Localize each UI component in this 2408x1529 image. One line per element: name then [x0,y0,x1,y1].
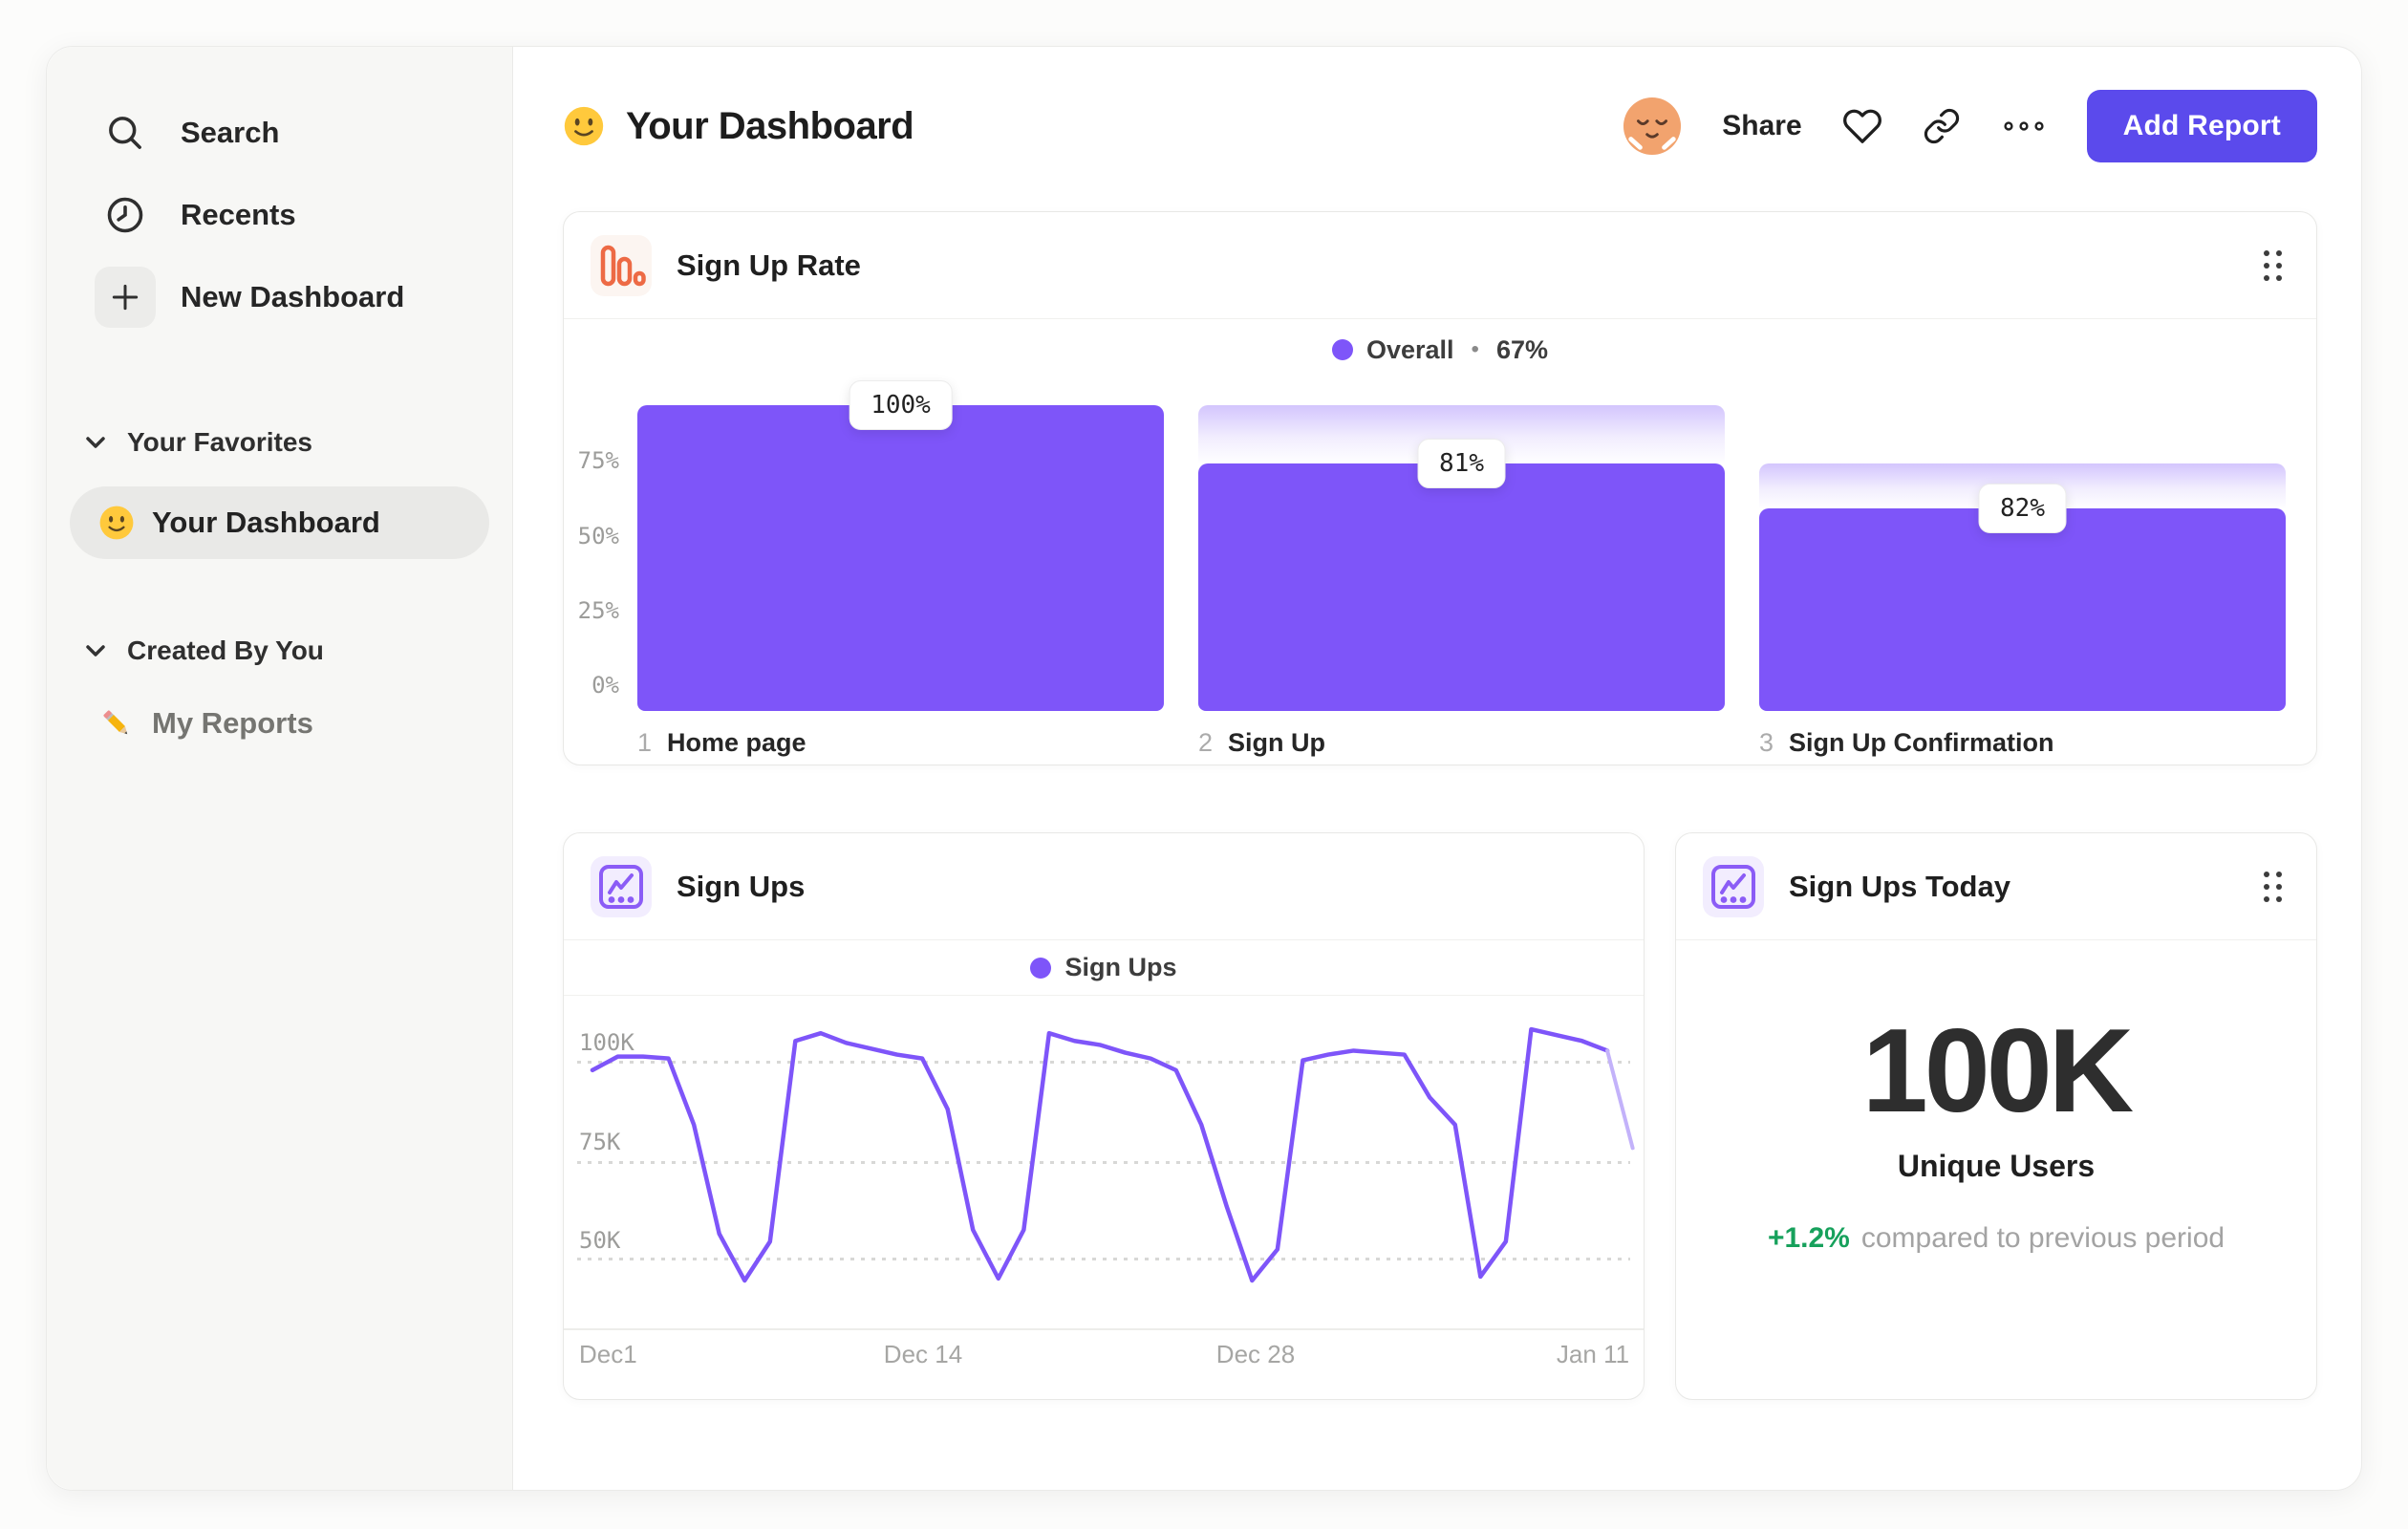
legend-dot [1030,957,1052,979]
y-axis-tick: 25% [577,597,619,624]
legend-dot [1331,339,1353,360]
conversion-value-chip: 82% [1978,483,2067,533]
step-number: 3 [1759,728,1774,757]
sidebar-item-new-dashboard[interactable]: New Dashboard [70,265,489,330]
add-report-button[interactable]: Add Report [2086,90,2317,162]
slightly-smiling-face-emoji-icon [98,505,135,541]
step-number: 2 [1198,728,1214,757]
avatar[interactable] [1623,97,1682,156]
sidebar-item-label: Recents [181,198,296,231]
step-number: 1 [637,728,653,757]
step-name: Sign Up [1228,728,1326,757]
sidebar-item-label: My Reports [152,706,313,740]
x-axis: Dec1 Dec 14 Dec 28 Jan 11 [564,1340,1644,1382]
drag-handle-icon[interactable] [2256,864,2290,910]
funnel-step-label: 1 Home page [637,728,1164,758]
sidebar-section-label: Created By You [127,635,324,665]
funnel-step-label: 3 Sign Up Confirmation [1759,728,2286,758]
x-axis-tick: Dec 28 [1215,1340,1296,1368]
drag-handle-icon[interactable] [2256,243,2290,289]
y-axis-tick: 50K [579,1227,621,1254]
pencil-emoji-icon [98,705,135,742]
legend-label: Sign Ups [1064,953,1177,981]
legend-separator: • [1471,336,1479,362]
sidebar-section-label: Your Favorites [127,427,312,457]
sign-ups-card: Sign Ups Sign Ups 100K 75K 50K Dec1 Dec … [563,832,1645,1400]
search-icon [95,102,156,163]
conversion-value-chip: 100% [849,380,953,430]
card-title: Sign Ups Today [1789,869,2010,903]
share-button[interactable]: Share [1722,110,1801,142]
funnel-step-label: 2 Sign Up [1198,728,1725,758]
y-axis-tick: 50% [577,523,619,549]
y-axis-tick: 0% [591,672,619,699]
sidebar-section-created-by-you[interactable]: Created By You [70,626,489,676]
line-plot[interactable]: 100K 75K 50K [564,996,1644,1330]
funnel-bar-fill [1759,507,2286,711]
sidebar-item-label: Search [181,116,280,149]
x-axis-tick: Dec1 [579,1340,637,1368]
app-window: Search Recents New Dashboard Your Favori… [46,46,2362,1491]
plus-icon [95,267,156,328]
copy-link-icon[interactable] [1923,107,1961,145]
kpi-value: 100K [1861,1005,2134,1137]
line-chart-icon [591,855,652,917]
legend-label: Overall [1365,334,1454,364]
kpi-metric-label: Unique Users [1897,1149,2096,1183]
more-options-icon[interactable] [2001,115,2047,138]
kpi-delta: +1.2% [1767,1222,1850,1254]
sidebar-item-label: Your Dashboard [152,506,380,539]
funnel-bar-fill [637,405,1164,711]
sidebar-item-label: New Dashboard [181,280,405,313]
sidebar-item-my-reports[interactable]: My Reports [70,693,489,754]
card-title: Sign Ups [677,869,806,903]
funnel-legend[interactable]: Overall • 67% [564,319,2316,380]
funnel-plot: 75% 50% 25% 0% 100% 81% 82% [564,380,2316,711]
main-content: Your Dashboard Share Add Report Sign Up … [513,47,2363,1490]
funnel-bar-sign-up-confirmation[interactable]: 82% [1759,380,2286,711]
funnel-chart-icon [591,234,652,296]
card-title: Sign Up Rate [677,248,861,282]
x-axis-tick: Dec 14 [883,1340,963,1368]
sidebar-item-recents[interactable]: Recents [70,183,489,248]
chevron-down-icon [85,643,106,658]
sidebar-item-search[interactable]: Search [70,100,489,165]
funnel-bar-sign-up[interactable]: 81% [1198,380,1725,711]
y-axis-tick: 100K [579,1029,634,1056]
sign-ups-line-series [590,1026,1635,1283]
clock-icon [95,184,156,246]
funnel-bar-fill [1198,463,1725,711]
line-legend[interactable]: Sign Ups [564,940,1644,996]
page-title: Your Dashboard [626,104,914,147]
y-axis-tick: 75% [577,447,619,474]
kpi-comparison-text: compared to previous period [1860,1222,2225,1254]
sidebar-section-your-favorites[interactable]: Your Favorites [70,418,489,467]
sidebar-item-your-dashboard[interactable]: Your Dashboard [70,486,489,559]
dashboard-header: Your Dashboard Share Add Report [563,87,2317,165]
favorite-heart-icon[interactable] [1842,106,1882,146]
legend-value: 67% [1495,334,1548,364]
step-name: Sign Up Confirmation [1789,728,2054,757]
slightly-smiling-face-emoji-icon [563,105,605,147]
step-name: Home page [667,728,806,757]
sign-up-rate-card: Sign Up Rate Overall • 67% 75% 50% 25% 0… [563,211,2317,765]
sidebar: Search Recents New Dashboard Your Favori… [47,47,513,1490]
sign-ups-today-card: Sign Ups Today 100K Unique Users +1.2% c… [1675,832,2317,1400]
funnel-bar-home-page[interactable]: 100% [637,380,1164,711]
conversion-value-chip: 81% [1417,438,1506,488]
y-axis-tick: 75K [579,1129,621,1155]
x-axis-tick: Jan 11 [1556,1340,1630,1368]
chevron-down-icon [85,435,106,450]
line-chart-icon [1703,855,1764,917]
